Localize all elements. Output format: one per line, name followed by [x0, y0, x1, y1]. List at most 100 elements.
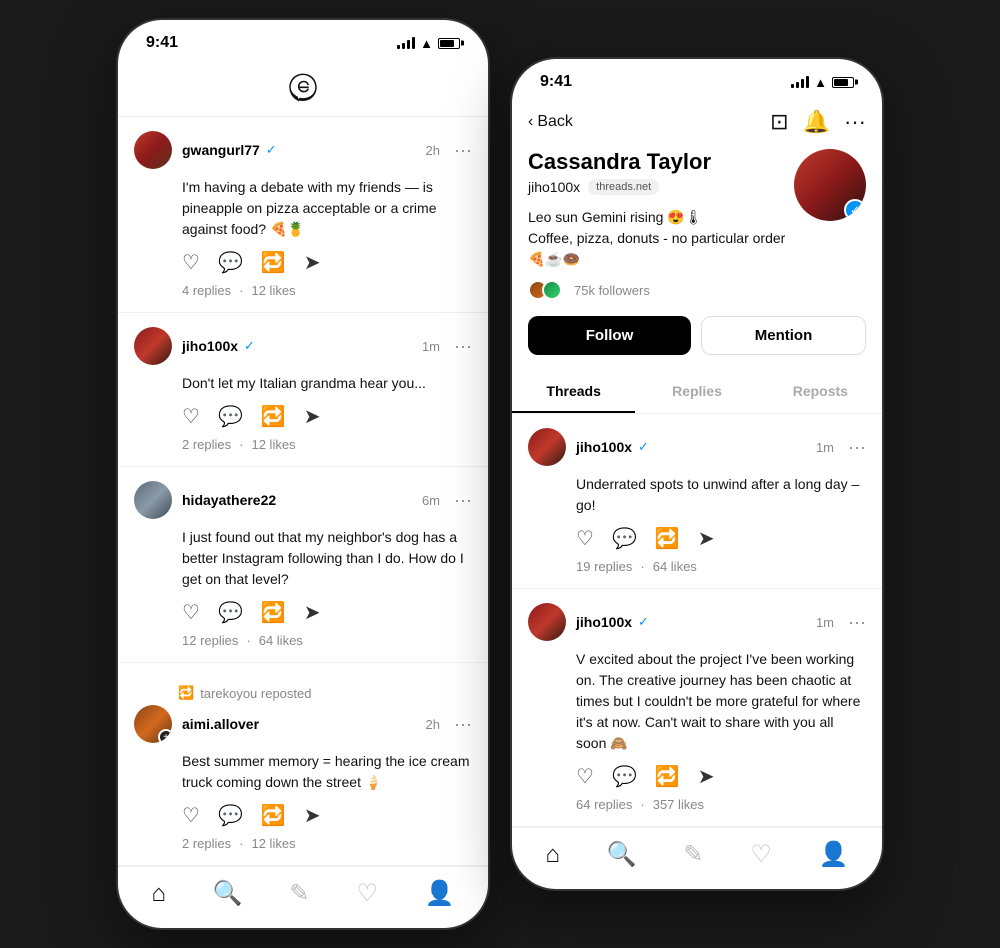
post-header: jiho100x ✓ 1m ···	[528, 603, 866, 641]
follow-button[interactable]: Follow	[528, 316, 691, 355]
verified-badge: ✓	[244, 338, 255, 354]
repost-button[interactable]: 🔁	[261, 404, 286, 429]
signal-bar-4	[412, 37, 415, 49]
post-content: Don't let my Italian grandma hear you...	[134, 373, 472, 394]
more-options-button[interactable]: ···	[848, 437, 866, 458]
signal-bar-2	[402, 43, 405, 49]
post-actions: ♡ 💬 🔁 ➤	[134, 803, 472, 828]
share-button[interactable]: ➤	[304, 803, 321, 828]
wifi-icon: ▲	[420, 36, 433, 51]
more-options-button[interactable]: ···	[454, 490, 472, 511]
repost-button[interactable]: 🔁	[261, 803, 286, 828]
share-button[interactable]: ➤	[304, 600, 321, 625]
profile-handle: jiho100x	[528, 179, 580, 195]
post-actions: ♡ 💬 🔁 ➤	[134, 600, 472, 625]
post-meta: gwangurl77 ✓ 2h ···	[182, 140, 472, 161]
post-time: 2h	[426, 717, 440, 732]
chevron-left-icon: ‹	[528, 113, 533, 131]
repost-button[interactable]: 🔁	[261, 250, 286, 275]
post-header: jiho100x ✓ 1m ···	[134, 327, 472, 365]
like-button[interactable]: ♡	[182, 803, 200, 828]
more-options-button[interactable]: ···	[454, 336, 472, 357]
post-time: 2h	[426, 143, 440, 158]
search-icon: 🔍	[213, 879, 243, 908]
post-item-repost: 🔁 tarekoyou reposted + aimi.allover 2h ·…	[118, 663, 488, 866]
reply-count: 64 replies	[576, 797, 632, 812]
tab-replies[interactable]: Replies	[635, 371, 758, 413]
like-count: 12 likes	[251, 836, 295, 851]
post-actions: ♡ 💬 🔁 ➤	[134, 404, 472, 429]
battery-fill	[834, 79, 848, 86]
nav-search[interactable]: 🔍	[213, 879, 243, 908]
nav-actions: ⊡ 🔔 ···	[770, 109, 866, 135]
reply-count: 19 replies	[576, 559, 632, 574]
like-button[interactable]: ♡	[182, 404, 200, 429]
nav-home[interactable]: ⌂	[151, 880, 166, 908]
nav-profile[interactable]: 👤	[819, 840, 849, 869]
share-button[interactable]: ➤	[304, 250, 321, 275]
follower-avatars	[528, 280, 556, 300]
like-button[interactable]: ♡	[182, 250, 200, 275]
followers-row: 75k followers	[528, 280, 794, 300]
comment-button[interactable]: 💬	[612, 526, 637, 551]
comment-button[interactable]: 💬	[218, 600, 243, 625]
profile-icon: 👤	[819, 840, 849, 869]
repost-button[interactable]: 🔁	[261, 600, 286, 625]
post-time: 1m	[816, 440, 834, 455]
profile-posts: jiho100x ✓ 1m ··· Underrated spots to un…	[512, 414, 882, 827]
post-time: 6m	[422, 493, 440, 508]
more-options-icon[interactable]: ···	[844, 109, 866, 135]
like-button[interactable]: ♡	[576, 526, 594, 551]
like-button[interactable]: ♡	[182, 600, 200, 625]
like-count: 64 likes	[653, 559, 697, 574]
notification-icon[interactable]: 🔔	[803, 109, 830, 135]
profile-text: Cassandra Taylor jiho100x threads.net Le…	[528, 149, 794, 300]
comment-button[interactable]: 💬	[218, 404, 243, 429]
tab-reposts[interactable]: Reposts	[759, 371, 882, 413]
post-actions: ♡ 💬 🔁 ➤	[134, 250, 472, 275]
profile-handle-row: jiho100x threads.net	[528, 179, 794, 195]
share-button[interactable]: ➤	[698, 764, 715, 789]
time-left: 9:41	[146, 34, 178, 52]
nav-search[interactable]: 🔍	[607, 840, 637, 869]
mention-button[interactable]: Mention	[701, 316, 866, 355]
status-bar-right: 9:41 ▲	[512, 59, 882, 99]
tab-threads[interactable]: Threads	[512, 371, 635, 413]
post-item: hidayathere22 6m ··· I just found out th…	[118, 467, 488, 663]
signal-bar-4	[806, 76, 809, 88]
repost-button[interactable]: 🔁	[655, 764, 680, 789]
threads-logo-icon	[285, 70, 321, 106]
nav-profile[interactable]: 👤	[425, 879, 455, 908]
nav-likes[interactable]: ♡	[356, 879, 378, 908]
repost-button[interactable]: 🔁	[655, 526, 680, 551]
compose-icon: ✎	[683, 840, 703, 869]
profile-actions: Follow Mention	[512, 316, 882, 371]
signal-bar-3	[407, 40, 410, 49]
share-button[interactable]: ➤	[698, 526, 715, 551]
post-stats: 2 replies · 12 likes	[134, 836, 472, 851]
right-phone: 9:41 ▲ ‹ Back ⊡ 🔔 ··· Cassand	[512, 59, 882, 889]
more-options-button[interactable]: ···	[454, 140, 472, 161]
post-actions: ♡ 💬 🔁 ➤	[528, 526, 866, 551]
comment-button[interactable]: 💬	[218, 803, 243, 828]
post-meta: hidayathere22 6m ···	[182, 490, 472, 511]
post-header: hidayathere22 6m ···	[134, 481, 472, 519]
nav-compose[interactable]: ✎	[289, 879, 309, 908]
share-button[interactable]: ➤	[304, 404, 321, 429]
nav-compose[interactable]: ✎	[683, 840, 703, 869]
nav-home[interactable]: ⌂	[545, 841, 560, 869]
like-button[interactable]: ♡	[576, 764, 594, 789]
comment-button[interactable]: 💬	[218, 250, 243, 275]
username: jiho100x	[576, 614, 632, 630]
instagram-icon[interactable]: ⊡	[770, 109, 788, 135]
post-meta: jiho100x ✓ 1m ···	[576, 437, 866, 458]
handle-badge: threads.net	[588, 179, 659, 195]
status-icons-left: ▲	[397, 36, 460, 51]
comment-button[interactable]: 💬	[612, 764, 637, 789]
more-options-button[interactable]: ···	[454, 714, 472, 735]
like-count: 357 likes	[653, 797, 704, 812]
nav-likes[interactable]: ♡	[750, 840, 772, 869]
back-button[interactable]: ‹ Back	[528, 113, 573, 131]
battery-icon	[438, 38, 460, 49]
more-options-button[interactable]: ···	[848, 612, 866, 633]
